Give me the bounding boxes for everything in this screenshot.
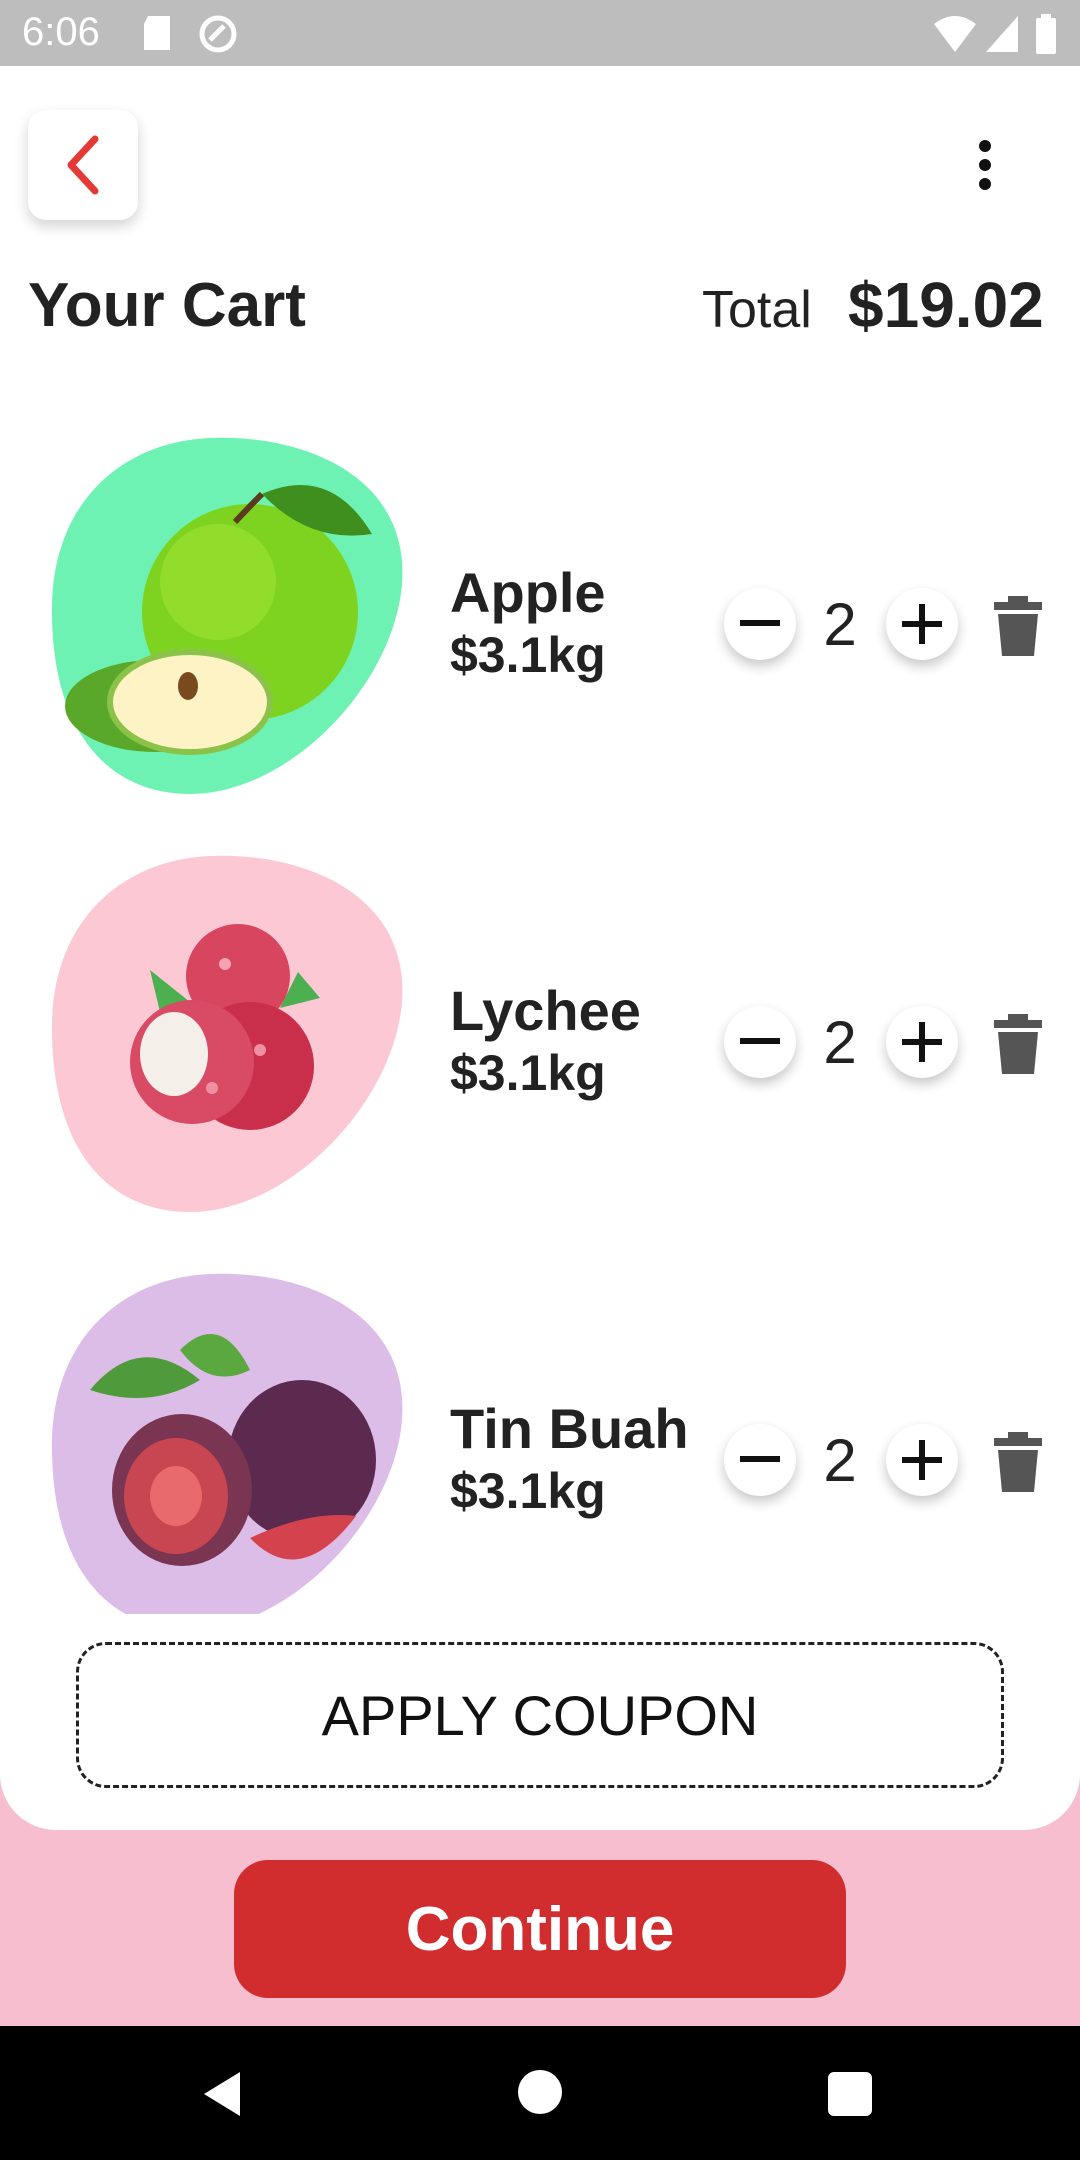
- apple-image: [51, 437, 403, 794]
- minus-icon: [740, 1456, 780, 1462]
- plus-icon: [902, 1022, 942, 1062]
- delete-icon[interactable]: [992, 1432, 1044, 1492]
- more-options-button[interactable]: [950, 130, 1020, 200]
- item-price: $3.1kg: [450, 1463, 606, 1519]
- item-price: $3.1kg: [450, 627, 606, 683]
- delete-icon[interactable]: [992, 1014, 1044, 1074]
- nav-recents-icon[interactable]: [828, 2072, 872, 2116]
- item-price: $3.1kg: [450, 1045, 606, 1101]
- quantity-value: 2: [823, 1009, 857, 1076]
- more-vert-icon: [979, 140, 991, 190]
- item-name: Tin Buah: [450, 1397, 689, 1460]
- signal-icon: [986, 16, 1018, 52]
- cart-item: Lychee $3.1kg 2: [0, 818, 1080, 1212]
- increase-quantity-button[interactable]: [886, 1006, 958, 1078]
- sd-card-icon: [144, 16, 170, 50]
- increase-quantity-button[interactable]: [886, 1424, 958, 1496]
- fig-image: [51, 1273, 403, 1614]
- cart-item: Tin Buah $3.1kg 2: [0, 1236, 1080, 1614]
- cart-item: Apple $3.1kg 2: [0, 400, 1080, 794]
- decrease-quantity-button[interactable]: [724, 1424, 796, 1496]
- minus-icon: [740, 1038, 780, 1044]
- increase-quantity-button[interactable]: [886, 588, 958, 660]
- delete-icon[interactable]: [992, 596, 1044, 656]
- lychee-image: [51, 855, 403, 1212]
- wifi-icon: [934, 16, 976, 52]
- item-name: Lychee: [450, 979, 641, 1042]
- decrease-quantity-button[interactable]: [724, 588, 796, 660]
- total-label: Total: [702, 281, 812, 339]
- apply-coupon-button[interactable]: APPLY COUPON: [76, 1642, 1004, 1788]
- nav-back-icon[interactable]: [200, 2070, 244, 2118]
- nav-home-icon[interactable]: [518, 2070, 562, 2114]
- battery-icon: [1036, 14, 1056, 54]
- plus-icon: [902, 1440, 942, 1480]
- plus-icon: [902, 604, 942, 644]
- minus-icon: [740, 620, 780, 626]
- page-title: Your Cart: [28, 271, 306, 340]
- total-value: $19.02: [848, 269, 1044, 341]
- chevron-left-icon: [67, 135, 99, 195]
- status-time: 6:06: [22, 10, 100, 54]
- decrease-quantity-button[interactable]: [724, 1006, 796, 1078]
- system-nav-bar: [0, 2026, 1080, 2160]
- sync-icon: [199, 15, 237, 53]
- status-bar: 6:06: [0, 0, 1080, 66]
- quantity-value: 2: [823, 1427, 857, 1494]
- back-button[interactable]: [28, 110, 138, 220]
- continue-button[interactable]: Continue: [234, 1860, 846, 1998]
- cart-list[interactable]: Apple $3.1kg 2 Lychee $3.1kg 2 Tin Buah …: [0, 400, 1080, 1614]
- quantity-value: 2: [823, 591, 857, 658]
- item-name: Apple: [450, 561, 606, 624]
